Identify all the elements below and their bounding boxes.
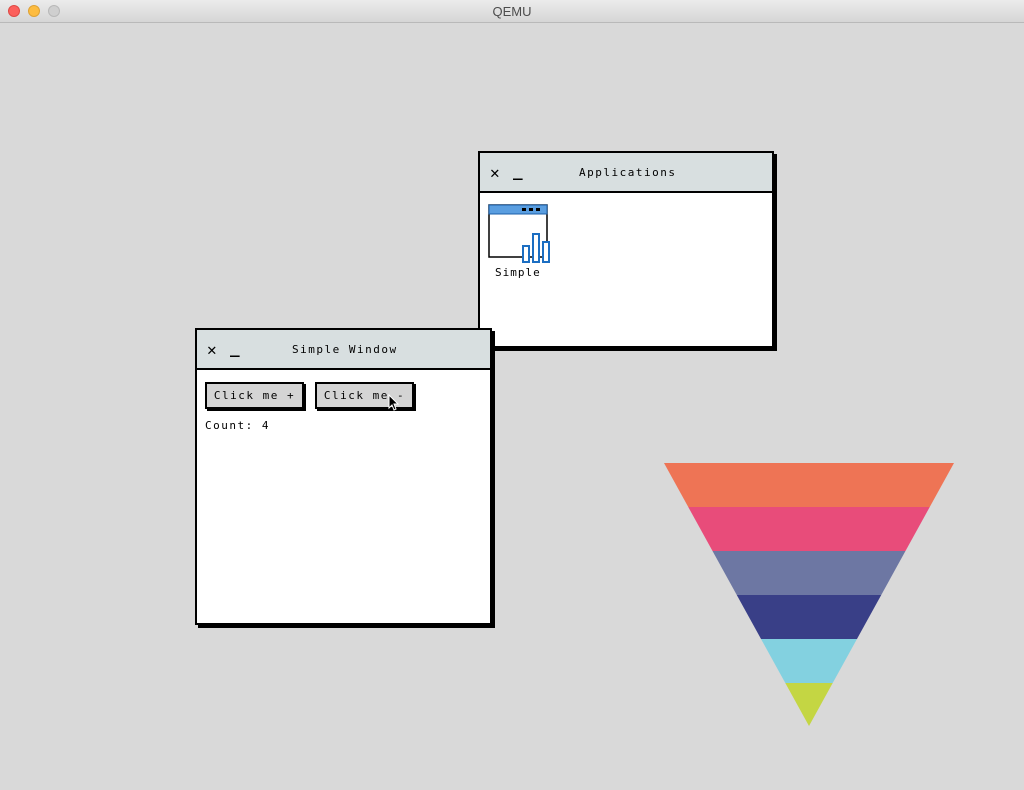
simple-window-title: Simple Window <box>292 343 398 356</box>
simple-app-icon <box>488 204 550 263</box>
applications-window: ✕ _ Applications Simple <box>478 151 774 348</box>
simple-window: ✕ _ Simple Window Click me + Click me - … <box>195 328 492 625</box>
host-titlebar: QEMU <box>0 0 1024 23</box>
increment-button[interactable]: Click me + <box>205 382 304 409</box>
simple-window-minimize-button[interactable]: _ <box>230 338 240 358</box>
applications-title: Applications <box>579 166 677 179</box>
guest-desktop: ✕ _ Applications Simple ✕ _ Simple Windo… <box>0 23 1024 790</box>
simple-window-close-button[interactable]: ✕ <box>207 340 217 360</box>
simple-app-label: Simple <box>495 266 541 279</box>
simple-window-titlebar[interactable]: ✕ _ Simple Window <box>197 330 490 370</box>
count-label: Count: 4 <box>205 419 270 432</box>
applications-minimize-button[interactable]: _ <box>513 161 523 181</box>
applications-titlebar[interactable]: ✕ _ Applications <box>480 153 772 193</box>
host-window-title: QEMU <box>492 4 532 19</box>
mouse-cursor-icon <box>388 394 400 411</box>
os-logo <box>664 463 954 726</box>
applications-close-button[interactable]: ✕ <box>490 163 500 183</box>
